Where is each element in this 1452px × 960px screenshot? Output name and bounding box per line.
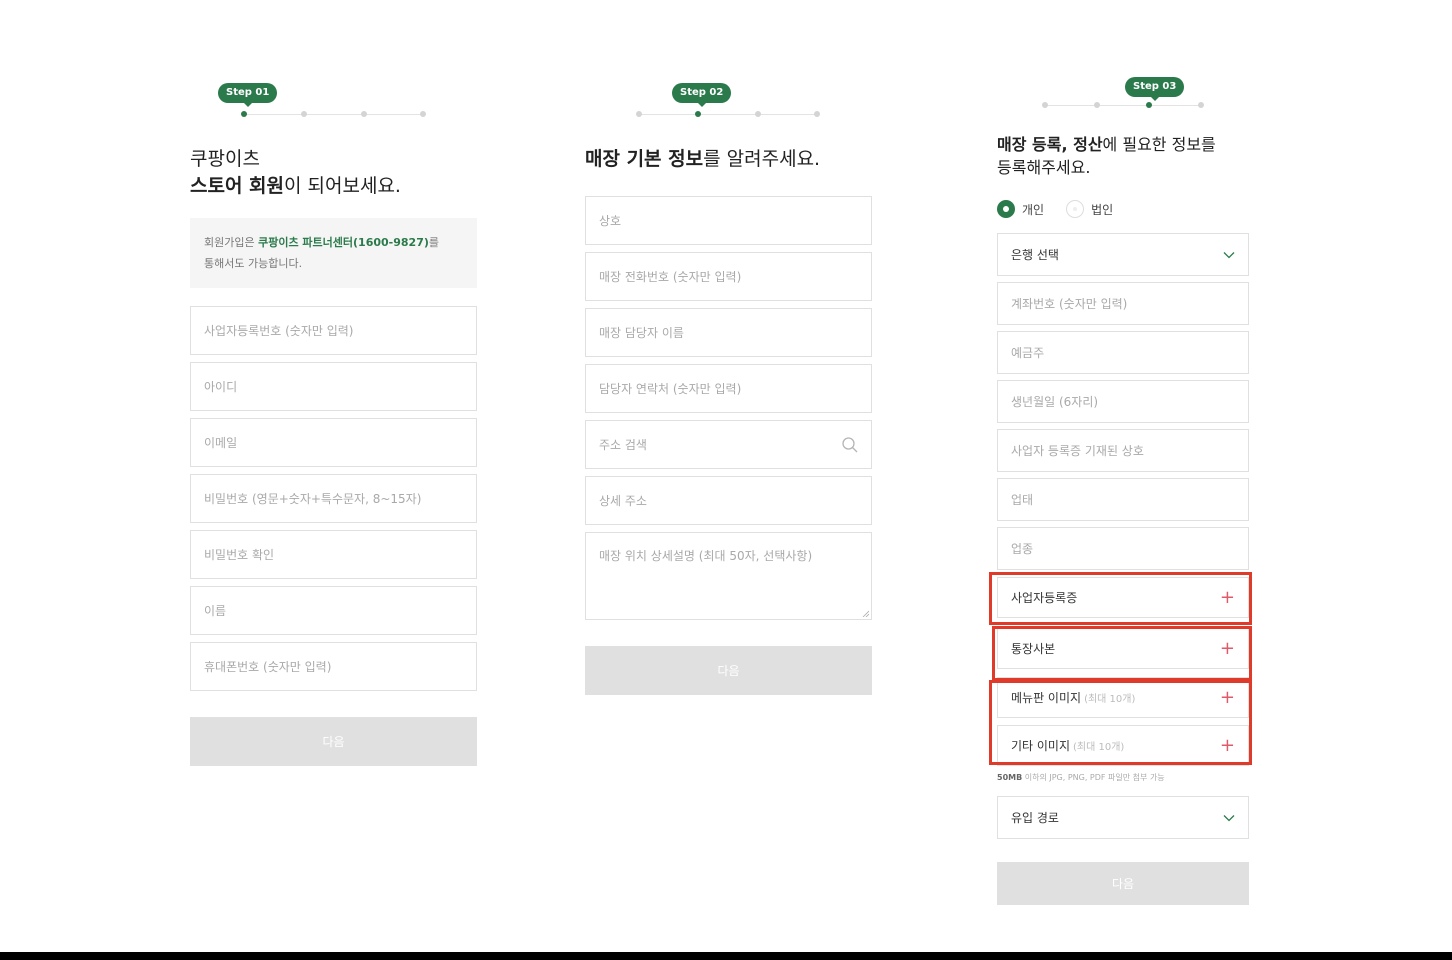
step3-next-button[interactable]: 다음 — [997, 862, 1249, 905]
step-dot-3 — [361, 111, 367, 117]
partner-center-phone: 쿠팡이츠 파트너센터(1600-9827) — [258, 236, 429, 249]
store-name-input[interactable]: 상호 — [585, 196, 872, 245]
radio-checked-icon[interactable] — [997, 200, 1015, 218]
step-dot-4 — [814, 111, 820, 117]
step1-next-button[interactable]: 다음 — [190, 717, 477, 766]
search-icon[interactable] — [842, 436, 858, 453]
step-dot-3 — [1146, 102, 1152, 108]
partner-center-notice: 회원가입은 쿠팡이츠 파트너센터(1600-9827)를 통해서도 가능합니다. — [190, 218, 477, 288]
file-upload-hint: 50MB 이하의 JPG, PNG, PDF 파일만 첨부 가능 — [997, 773, 1165, 782]
business-item-input[interactable]: 업종 — [997, 527, 1249, 570]
signup-flow-screens: Step 01 쿠팡이츠 스토어 회원이 되어보세요. 회원가입은 쿠팡이츠 파… — [0, 0, 1452, 960]
business-number-input[interactable]: 사업자등록번호 (숫자만 입력) — [190, 306, 477, 355]
manager-contact-input[interactable]: 담당자 연락처 (숫자만 입력) — [585, 364, 872, 413]
bank-select[interactable]: 은행 선택 — [997, 233, 1249, 276]
chevron-down-icon[interactable] — [1223, 814, 1235, 822]
referral-source-select[interactable]: 유입 경로 — [997, 796, 1249, 839]
bottom-bar — [0, 952, 1452, 960]
highlight-box-business-license — [989, 572, 1252, 625]
store-manager-name-input[interactable]: 매장 담당자 이름 — [585, 308, 872, 357]
highlight-box-bankbook — [992, 626, 1252, 681]
highlight-box-images — [989, 680, 1252, 765]
radio-corporate[interactable]: 법인 — [1066, 200, 1113, 218]
user-id-input[interactable]: 아이디 — [190, 362, 477, 411]
step-dot-2 — [695, 111, 701, 117]
password-confirm-input[interactable]: 비밀번호 확인 — [190, 530, 477, 579]
step-dot-1 — [241, 111, 247, 117]
step1-stepper: Step 01 — [190, 82, 477, 122]
step2-badge: Step 02 — [672, 83, 732, 107]
step-dot-2 — [301, 111, 307, 117]
name-input[interactable]: 이름 — [190, 586, 477, 635]
store-phone-input[interactable]: 매장 전화번호 (숫자만 입력) — [585, 252, 872, 301]
store-location-description-textarea[interactable]: 매장 위치 상세설명 (최대 50자, 선택사항) — [585, 532, 872, 620]
detail-address-input[interactable]: 상세 주소 — [585, 476, 872, 525]
step1-title: 쿠팡이츠 스토어 회원이 되어보세요. — [190, 148, 401, 197]
step-dot-1 — [1042, 102, 1048, 108]
step2-next-button[interactable]: 다음 — [585, 646, 872, 695]
email-input[interactable]: 이메일 — [190, 418, 477, 467]
password-input[interactable]: 비밀번호 (영문+숫자+특수문자, 8~15자) — [190, 474, 477, 523]
step2-title: 매장 기본 정보를 알려주세요. — [585, 148, 821, 170]
step1-badge: Step 01 — [218, 83, 278, 107]
birthdate-input[interactable]: 생년월일 (6자리) — [997, 380, 1249, 423]
step3-stepper: Step 03 — [997, 77, 1249, 117]
step3-badge: Step 03 — [1125, 77, 1185, 101]
step-dot-4 — [1198, 102, 1204, 108]
chevron-down-icon[interactable] — [1223, 251, 1235, 259]
address-search-input[interactable]: 주소 검색 — [585, 420, 872, 469]
radio-unchecked-icon[interactable] — [1066, 200, 1085, 218]
step2-stepper: Step 02 — [585, 82, 872, 122]
step-dot-3 — [755, 111, 761, 117]
account-holder-input[interactable]: 예금주 — [997, 331, 1249, 374]
step-dot-4 — [420, 111, 426, 117]
mobile-phone-input[interactable]: 휴대폰번호 (숫자만 입력) — [190, 642, 477, 691]
step-dot-1 — [636, 111, 642, 117]
registered-business-name-input[interactable]: 사업자 등록증 기재된 상호 — [997, 429, 1249, 472]
resize-handle-icon[interactable] — [862, 610, 869, 617]
business-category-input[interactable]: 업태 — [997, 478, 1249, 521]
radio-personal[interactable]: 개인 — [997, 200, 1044, 218]
business-type-radio-group: 개인 법인 — [997, 199, 1135, 219]
step3-title: 매장 등록, 정산에 필요한 정보를 등록해주세요. — [997, 135, 1216, 177]
step-dot-2 — [1094, 102, 1100, 108]
account-number-input[interactable]: 계좌번호 (숫자만 입력) — [997, 282, 1249, 325]
